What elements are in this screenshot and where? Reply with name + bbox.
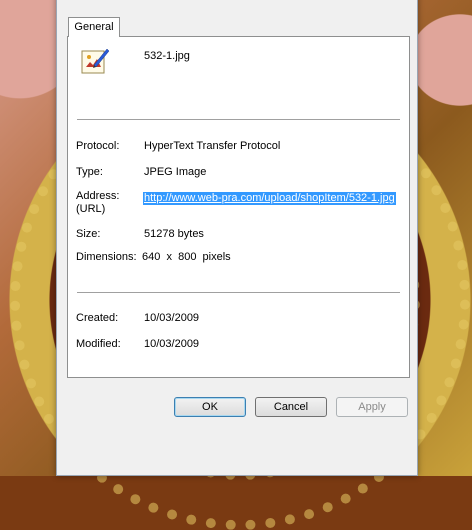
type-label: Type:: [76, 166, 103, 178]
address-value[interactable]: http://www.web-pra.com/upload/shopItem/5…: [143, 192, 396, 205]
modified-label: Modified:: [76, 338, 121, 350]
created-value: 10/03/2009: [144, 312, 200, 324]
dimensions-value: 640 x 800 pixels: [142, 251, 231, 263]
file-name: 532-1.jpg: [144, 50, 190, 62]
address-url-label: (URL): [76, 203, 106, 215]
modified-value: 10/03/2009: [144, 338, 200, 350]
cancel-button[interactable]: Cancel: [255, 397, 327, 417]
size-value: 51278 bytes: [144, 228, 204, 240]
tab-general[interactable]: General: [68, 17, 120, 37]
created-label: Created:: [76, 312, 119, 324]
dimensions-label: Dimensions:: [76, 251, 137, 263]
size-label: Size:: [76, 228, 101, 240]
jpeg-image-file-icon: [78, 45, 110, 77]
separator-bottom: [77, 292, 400, 294]
address-label: Address:: [76, 190, 120, 202]
general-panel: 532-1.jpg Protocol: HyperText Transfer P…: [67, 36, 410, 378]
apply-button[interactable]: Apply: [336, 397, 408, 417]
ok-button[interactable]: OK: [174, 397, 246, 417]
protocol-value: HyperText Transfer Protocol: [144, 140, 281, 152]
separator-top: [77, 119, 400, 121]
protocol-label: Protocol:: [76, 140, 120, 152]
properties-dialog: General 532-1.jpg Protocol: HyperText Tr…: [56, 0, 418, 476]
type-value: JPEG Image: [144, 166, 207, 178]
